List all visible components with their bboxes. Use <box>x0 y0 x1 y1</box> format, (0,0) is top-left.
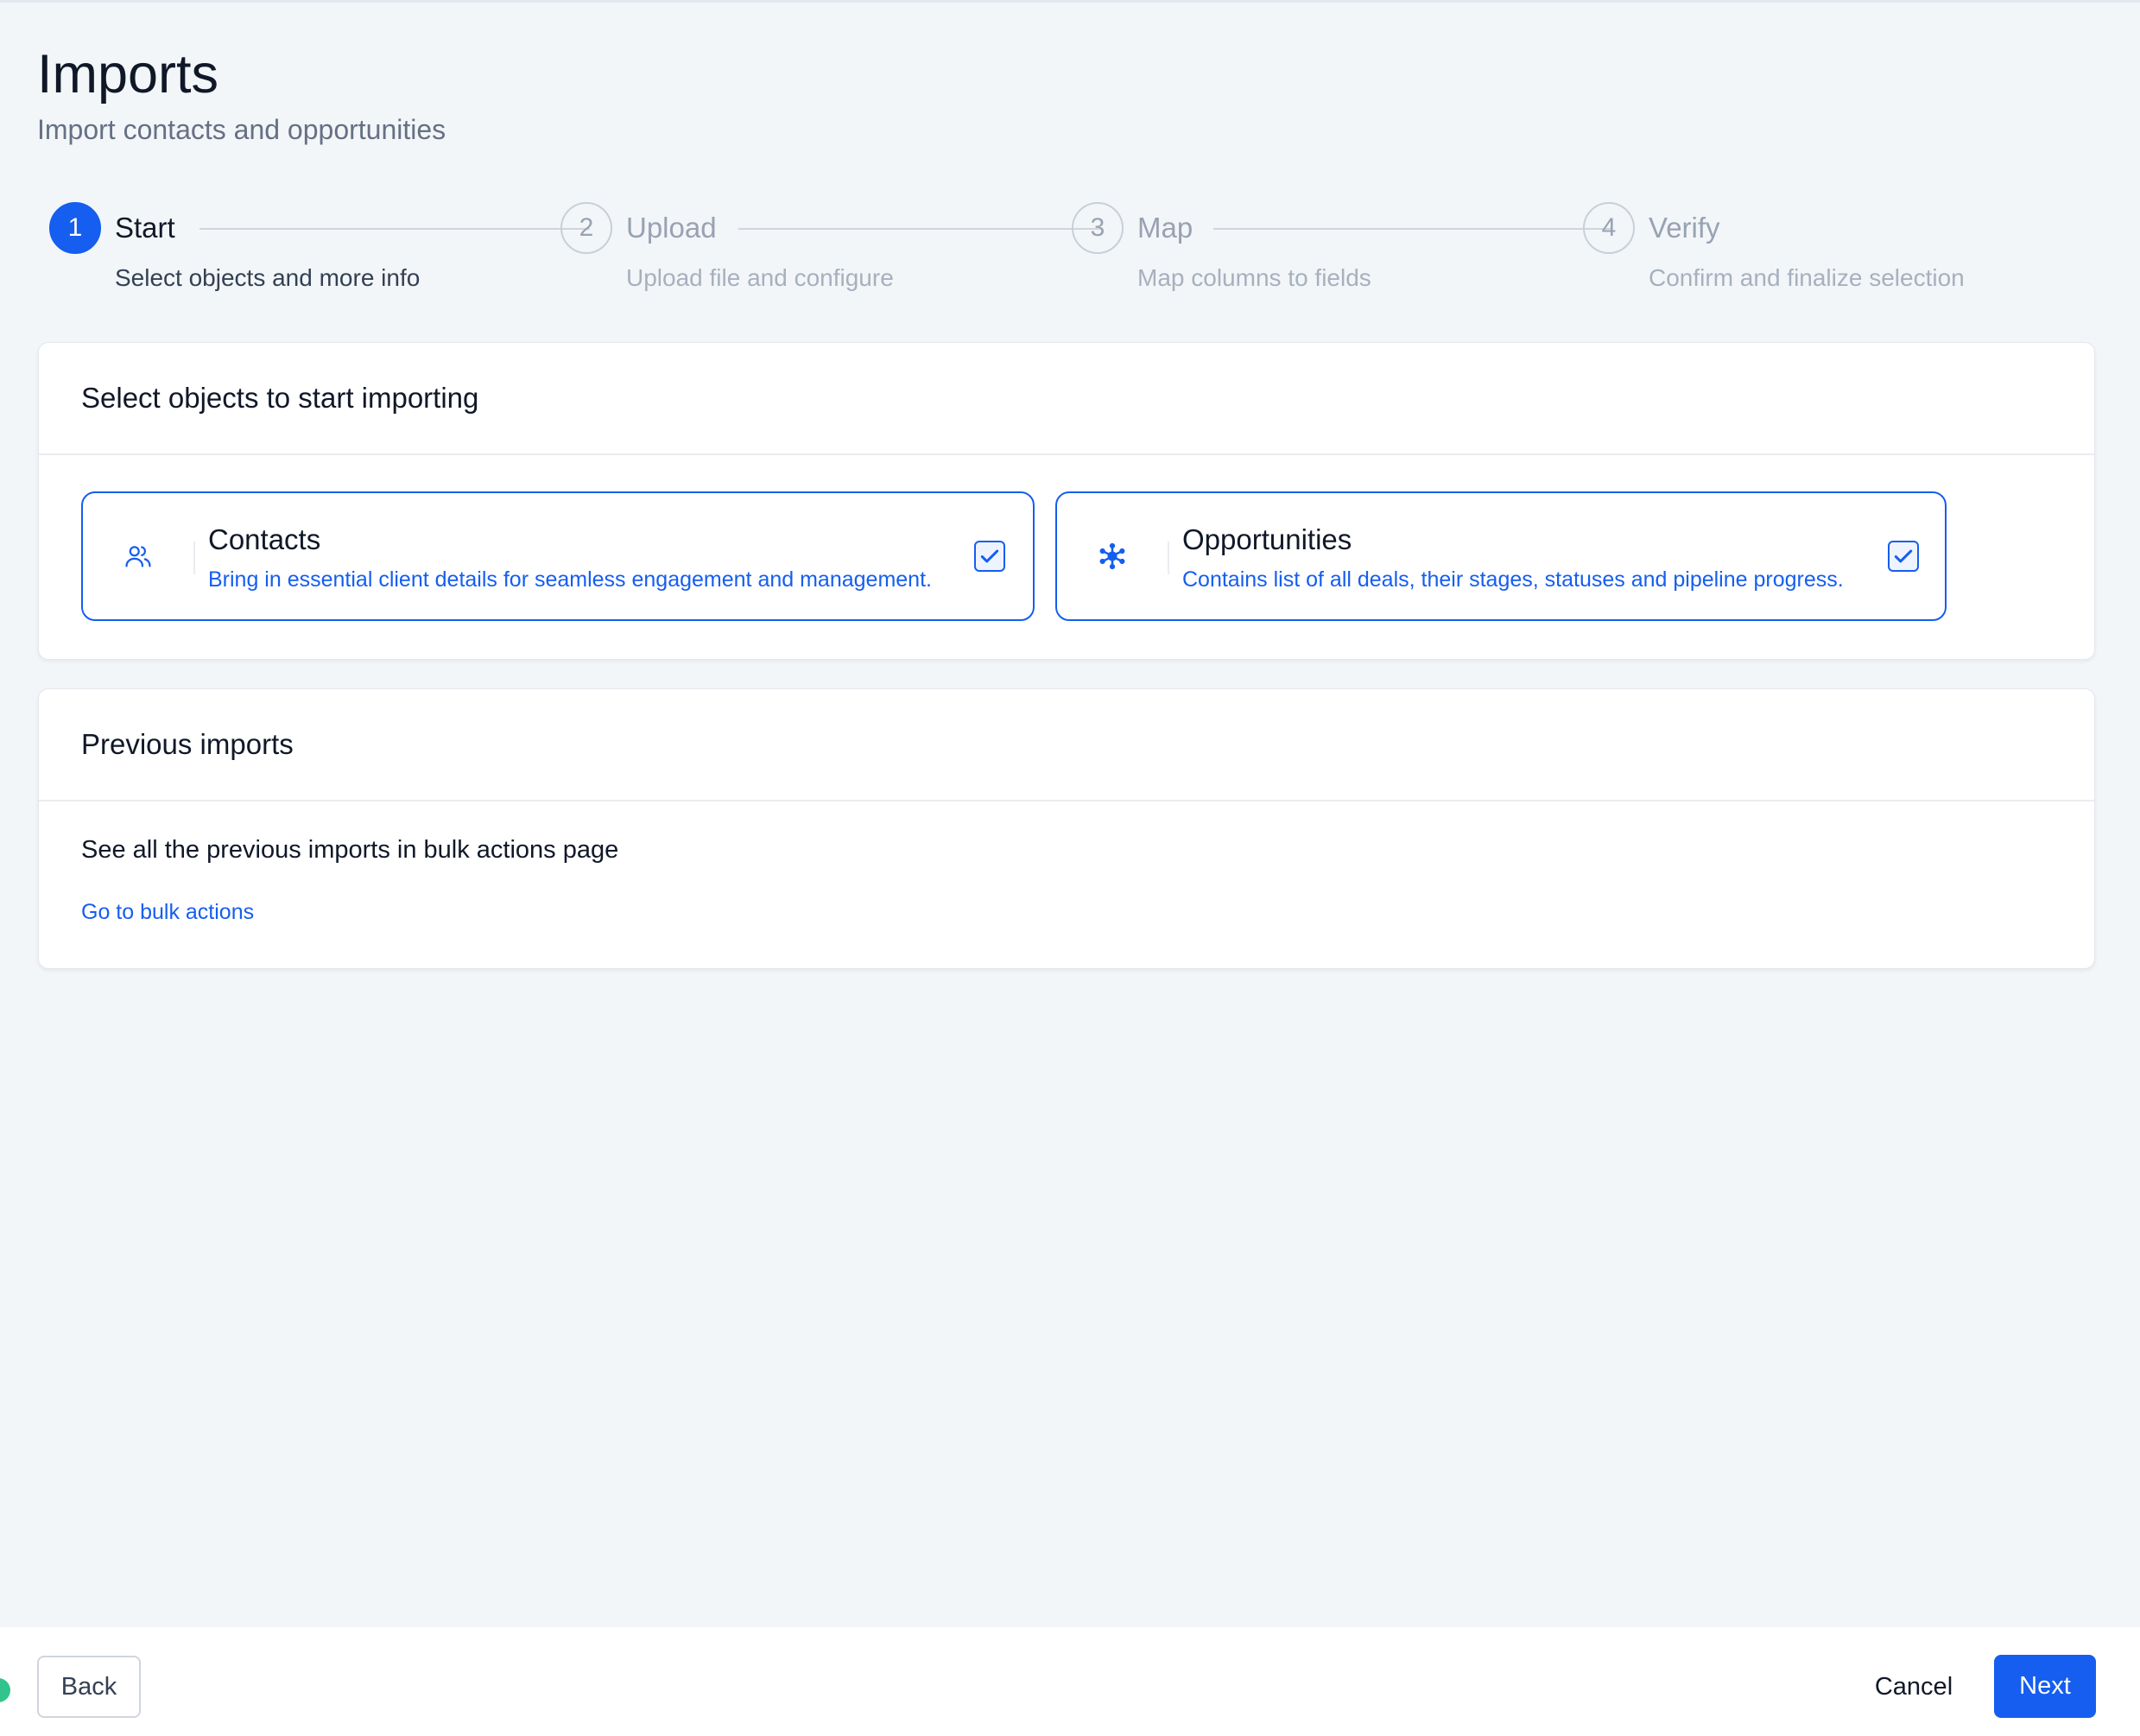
step-number: 2 <box>560 202 612 254</box>
step-description: Upload file and configure <box>626 264 894 291</box>
opportunities-checkbox[interactable] <box>1888 541 1919 572</box>
contacts-option[interactable]: Contacts Bring in essential client detai… <box>81 491 1035 621</box>
option-description: Bring in essential client details for se… <box>208 567 932 592</box>
users-icon <box>123 541 154 572</box>
option-divider <box>1168 542 1169 574</box>
next-button[interactable]: Next <box>1994 1655 2096 1718</box>
option-divider <box>193 542 195 574</box>
cancel-button[interactable]: Cancel <box>1857 1656 1971 1718</box>
step-label: Verify <box>1649 212 1720 244</box>
step-number: 1 <box>49 202 101 254</box>
option-title: Contacts <box>208 523 321 555</box>
check-icon <box>1894 549 1913 563</box>
option-title: Opportunities <box>1182 523 1352 555</box>
previous-imports-text: See all the previous imports in bulk act… <box>81 836 619 864</box>
page-subtitle: Import contacts and opportunities <box>37 114 446 145</box>
step-connector <box>1213 228 1612 230</box>
back-button[interactable]: Back <box>37 1656 141 1718</box>
status-dot-icon <box>0 1678 10 1702</box>
step-description: Confirm and finalize selection <box>1649 264 1965 291</box>
step-description: Select objects and more info <box>115 264 421 291</box>
select-objects-card: Select objects to start importing Contac… <box>38 342 2095 660</box>
step-description: Map columns to fields <box>1137 264 1371 291</box>
page-header: Imports Import contacts and opportunitie… <box>37 41 446 147</box>
card-header: Previous imports <box>39 689 2094 801</box>
card-title: Previous imports <box>81 728 294 760</box>
step-label: Start <box>115 212 175 244</box>
page-title: Imports <box>37 44 219 105</box>
top-border <box>0 0 2140 3</box>
footer-bar: Back Cancel Next <box>0 1627 2140 1736</box>
contacts-checkbox[interactable] <box>974 541 1005 572</box>
step-label: Map <box>1137 212 1193 244</box>
step-number: 4 <box>1583 202 1635 254</box>
previous-imports-card: Previous imports See all the previous im… <box>38 688 2095 969</box>
stepper: 1 Start Select objects and more info 2 U… <box>49 202 1984 297</box>
step-number: 3 <box>1072 202 1124 254</box>
check-icon <box>980 549 999 563</box>
step-label: Upload <box>626 212 717 244</box>
network-icon <box>1097 541 1128 572</box>
bulk-actions-link[interactable]: Go to bulk actions <box>81 900 254 925</box>
opportunities-option[interactable]: Opportunities Contains list of all deals… <box>1055 491 1947 621</box>
step-connector <box>738 228 1101 230</box>
option-description: Contains list of all deals, their stages… <box>1182 567 1844 592</box>
step-connector <box>199 228 590 230</box>
card-title: Select objects to start importing <box>81 382 479 414</box>
card-header: Select objects to start importing <box>39 343 2094 455</box>
